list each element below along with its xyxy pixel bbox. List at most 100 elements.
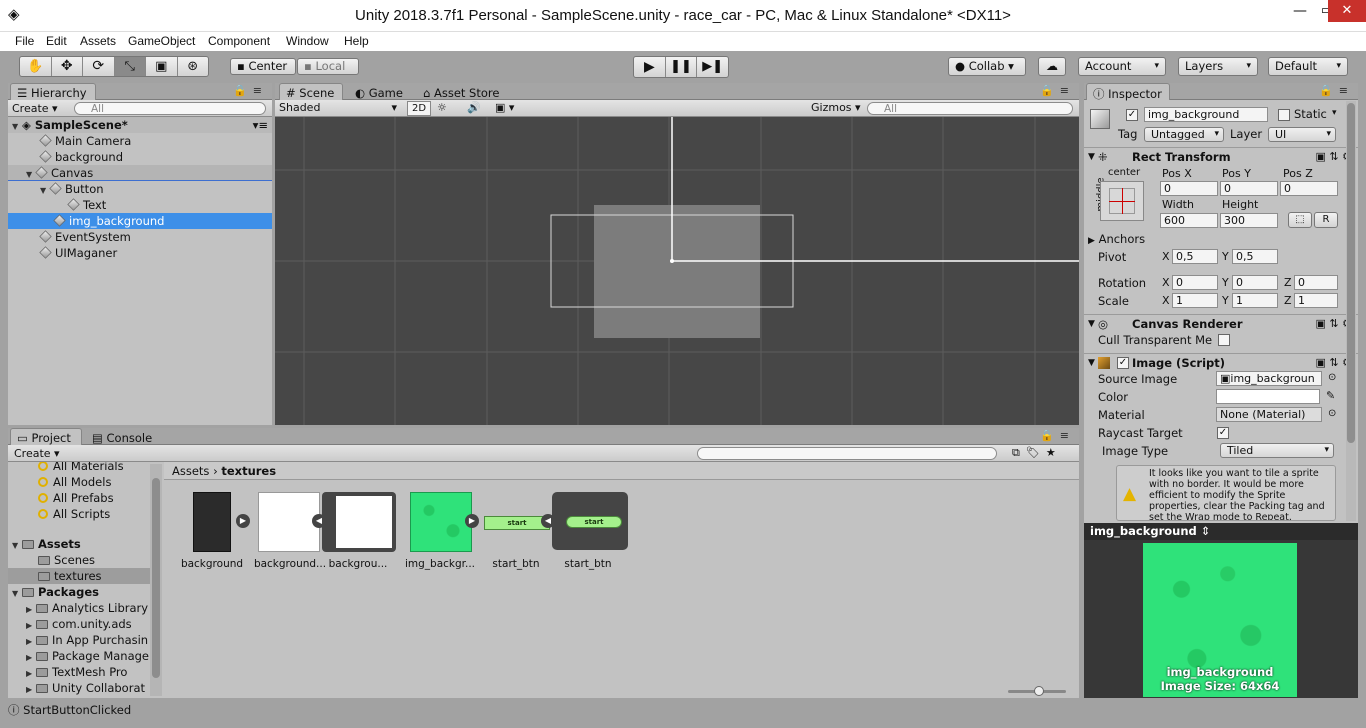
tree-item-button[interactable]: ▼ Button	[8, 181, 272, 197]
image-enabled-checkbox[interactable]: ✓	[1117, 357, 1129, 369]
hierarchy-search-input[interactable]: All	[74, 102, 266, 115]
object-picker-icon[interactable]: ⊙	[1328, 372, 1336, 383]
hierarchy-create-button[interactable]: Create ▾	[12, 102, 58, 115]
scene-menu-icon[interactable]: ▾≡	[253, 117, 268, 133]
color-field[interactable]	[1216, 389, 1320, 404]
eyedropper-icon[interactable]: ✎	[1326, 389, 1335, 402]
material-field[interactable]: None (Material)	[1216, 407, 1322, 422]
pause-button[interactable]: ❚❚	[666, 57, 698, 77]
posx-field[interactable]: 0	[1160, 181, 1218, 196]
source-image-field[interactable]: ▣img_backgroun	[1216, 371, 1322, 386]
blueprint-mode-button[interactable]: ⬚	[1288, 212, 1312, 228]
tree-item-eventsystem[interactable]: EventSystem	[8, 229, 272, 245]
filter-icons[interactable]: ⧉🏷★	[1012, 446, 1062, 460]
transform-tool-icon[interactable]: ⊛	[178, 57, 209, 76]
scene-viewport[interactable]	[275, 117, 1079, 425]
move-tool-icon[interactable]: ✥	[52, 57, 83, 76]
layers-dropdown[interactable]: Layers ▾	[1178, 57, 1258, 76]
raw-edit-button[interactable]: R	[1314, 212, 1338, 228]
account-dropdown[interactable]: Account ▾	[1078, 57, 1166, 76]
cull-checkbox[interactable]	[1218, 334, 1230, 346]
tab-scene[interactable]: # Scene	[279, 83, 343, 100]
static-checkbox[interactable]	[1278, 109, 1290, 121]
fav-all-prefabs[interactable]: All Prefabs	[8, 490, 158, 506]
tree-item-img-background[interactable]: img_background	[8, 213, 272, 229]
tree-item-background[interactable]: background	[8, 149, 272, 165]
inspector-scrollbar[interactable]	[1346, 101, 1356, 521]
package-manager[interactable]: ▶ Package Manage	[8, 648, 158, 664]
expand-sprite-icon[interactable]: ▶	[465, 514, 479, 528]
panel-menu-icon[interactable]: 🔒≡	[1040, 84, 1075, 97]
menu-assets[interactable]: Assets	[80, 34, 116, 48]
2d-toggle[interactable]: 2D	[407, 101, 431, 116]
scale-tool-icon[interactable]: ⤡	[114, 57, 146, 76]
rot-z-field[interactable]: 0	[1294, 275, 1338, 290]
tab-game[interactable]: ◐ Game	[349, 84, 409, 101]
raycast-checkbox[interactable]: ✓	[1217, 427, 1229, 439]
fav-all-materials[interactable]: All Materials	[8, 462, 158, 474]
collab-dropdown[interactable]: ● Collab ▾	[948, 57, 1026, 76]
preview-dropdown-icon[interactable]: ⇕	[1201, 524, 1211, 538]
tab-project[interactable]: ▭ Project	[10, 428, 82, 445]
project-create-button[interactable]: Create ▾	[14, 447, 60, 460]
shading-dropdown[interactable]: Shaded ▾	[279, 101, 399, 114]
package-iap[interactable]: ▶ In App Purchasin	[8, 632, 158, 648]
object-name-field[interactable]: img_background	[1144, 107, 1268, 122]
rect-transform-header[interactable]: ▼ ⁜ Rect Transform ▣ ⇅ ⚙	[1084, 147, 1358, 165]
object-picker-icon[interactable]: ⊙	[1328, 408, 1336, 419]
scene-search-input[interactable]: All	[867, 102, 1073, 115]
width-field[interactable]: 600	[1160, 213, 1218, 228]
scale-y-field[interactable]: 1	[1232, 293, 1278, 308]
audio-toggle-icon[interactable]: 🔊	[467, 101, 481, 114]
image-type-dropdown[interactable]: Tiled	[1220, 443, 1334, 458]
fav-all-models[interactable]: All Models	[8, 474, 158, 490]
fold-arrow-icon[interactable]: ▶	[1088, 236, 1095, 246]
posy-field[interactable]: 0	[1220, 181, 1278, 196]
package-collab[interactable]: ▶ Unity Collaborat	[8, 680, 158, 696]
play-button[interactable]: ▶	[634, 57, 666, 77]
menu-window[interactable]: Window	[286, 34, 329, 48]
active-checkbox[interactable]: ✓	[1126, 109, 1138, 121]
packages-root[interactable]: ▼ Packages	[8, 584, 158, 600]
tab-hierarchy[interactable]: ☰ Hierarchy	[10, 83, 96, 100]
pivot-y-field[interactable]: 0,5	[1232, 249, 1278, 264]
tree-item-canvas[interactable]: ▼ Canvas	[8, 165, 272, 181]
status-bar[interactable]: ⓘ StartButtonClicked	[8, 701, 1358, 719]
layout-dropdown[interactable]: Default ▾	[1268, 57, 1348, 76]
package-analytics[interactable]: ▶ Analytics Library	[8, 600, 158, 616]
layer-dropdown[interactable]: UI	[1268, 127, 1336, 142]
menu-edit[interactable]: Edit	[46, 34, 67, 48]
static-dropdown-icon[interactable]: ▾	[1332, 108, 1337, 118]
close-button[interactable]: ✕	[1328, 0, 1366, 22]
tag-dropdown[interactable]: Untagged	[1144, 127, 1224, 142]
panel-menu-icon[interactable]: 🔒≡	[233, 84, 268, 97]
panel-menu-icon[interactable]: 🔒≡	[1319, 84, 1354, 97]
pivot-local-toggle[interactable]: ▪ Local	[297, 58, 359, 75]
breadcrumb-assets[interactable]: Assets	[172, 464, 209, 478]
folder-tree-scrollbar[interactable]	[150, 464, 162, 696]
effects-toggle-icon[interactable]: ▣ ▾	[495, 101, 514, 114]
scene-row[interactable]: ▼ ◈ SampleScene* ▾≡	[8, 117, 272, 133]
tree-item-main-camera[interactable]: Main Camera	[8, 133, 272, 149]
scale-x-field[interactable]: 1	[1172, 293, 1218, 308]
pivot-center-toggle[interactable]: ▪ Center	[230, 58, 296, 75]
slider-thumb[interactable]	[1034, 686, 1044, 696]
menu-gameobject[interactable]: GameObject	[128, 34, 195, 48]
anchors-row[interactable]: ▶ Anchors	[1088, 231, 1352, 247]
expand-arrow-icon[interactable]: ▶	[26, 682, 36, 698]
pivot-x-field[interactable]: 0,5	[1172, 249, 1218, 264]
assets-root[interactable]: ▼ Assets	[8, 536, 158, 552]
rotate-tool-icon[interactable]: ⟳	[83, 57, 115, 76]
cloud-button[interactable]: ☁	[1038, 57, 1066, 76]
height-field[interactable]: 300	[1220, 213, 1278, 228]
lighting-toggle-icon[interactable]: ☼	[437, 101, 447, 114]
tab-console[interactable]: ▤ Console	[86, 429, 158, 446]
fold-arrow-icon[interactable]: ▼	[1088, 148, 1095, 166]
fold-arrow-icon[interactable]: ▼	[1088, 315, 1095, 333]
gizmos-dropdown[interactable]: Gizmos ▾	[811, 101, 861, 114]
rot-x-field[interactable]: 0	[1172, 275, 1218, 290]
pivot-handle[interactable]	[670, 259, 674, 263]
image-script-header[interactable]: ▼ ✓ Image (Script) ▣ ⇅ ⚙	[1084, 353, 1358, 371]
menu-help[interactable]: Help	[344, 34, 369, 48]
tab-asset-store[interactable]: ⌂ Asset Store	[417, 84, 505, 101]
